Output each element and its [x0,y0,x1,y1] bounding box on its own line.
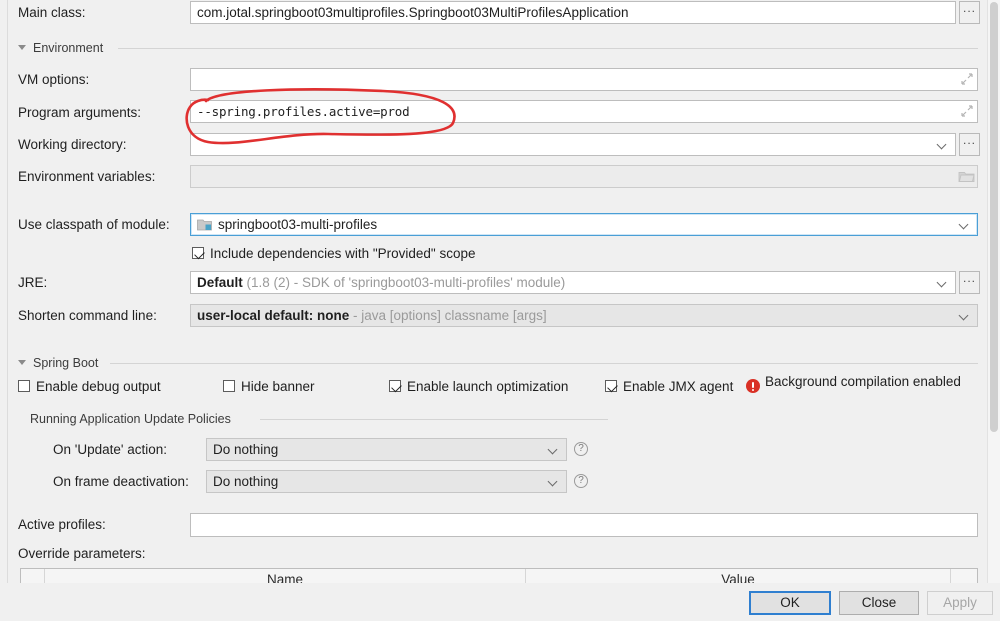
working-directory-browse-button[interactable]: ... [959,133,980,156]
shorten-command-line-hint: - java [options] classname [args] [349,308,547,323]
table-header-name[interactable]: Name [45,569,526,583]
use-classpath-of-module-select[interactable]: springboot03-multi-profiles [190,213,978,236]
on-frame-deactivation-help-icon[interactable]: ? [574,474,588,488]
program-arguments-input[interactable]: --spring.profiles.active=prod [190,100,978,123]
table-header-end [951,569,977,583]
chevron-down-icon[interactable] [938,141,947,146]
working-directory-label: Working directory: [18,137,127,152]
override-parameters-table[interactable]: Name Value [20,568,978,583]
on-frame-deactivation-select[interactable]: Do nothing [206,470,567,493]
vm-options-input[interactable] [190,68,978,91]
spring-boot-section-header[interactable]: Spring Boot [18,355,978,371]
chevron-down-icon[interactable] [960,312,969,317]
table-header-value[interactable]: Value [526,569,951,583]
enable-jmx-agent-label: Enable JMX agent [623,379,734,394]
use-classpath-of-module-label: Use classpath of module: [18,217,170,232]
environment-section-title: Environment [33,41,104,55]
on-update-action-select[interactable]: Do nothing [206,438,567,461]
hide-banner-label: Hide banner [241,379,315,394]
on-frame-deactivation-label: On frame deactivation: [53,474,189,489]
expand-editor-icon[interactable] [961,105,973,117]
chevron-down-icon[interactable] [960,221,969,226]
check-icon [194,248,205,260]
enable-debug-output-label: Enable debug output [36,379,161,394]
folder-browse-icon[interactable] [958,169,975,183]
jre-value-detail: (1.8 (2) - SDK of 'springboot03-multi-pr… [242,275,566,290]
section-divider [118,48,978,49]
running-app-update-policies-title: Running Application Update Policies [30,412,231,426]
working-directory-browse-label: ... [962,133,976,147]
main-class-input[interactable]: com.jotal.springboot03multiprofiles.Spri… [190,1,956,24]
environment-variables-input[interactable] [190,165,978,188]
chevron-down-icon[interactable] [549,478,558,483]
chevron-down-icon[interactable] [938,279,947,284]
on-update-action-help-icon[interactable]: ? [574,442,588,456]
scrollbar-thumb[interactable] [990,2,998,432]
close-button[interactable]: Close [839,591,919,615]
active-profiles-label: Active profiles: [18,517,106,532]
vertical-scrollbar[interactable] [987,0,1000,583]
check-icon [607,381,618,393]
table-header-gutter [21,569,45,583]
checkbox-box[interactable] [223,380,235,392]
running-app-update-policies-header: Running Application Update Policies [30,411,608,427]
apply-button-label: Apply [943,595,977,610]
environment-section-header[interactable]: Environment [18,40,978,56]
close-button-label: Close [861,595,897,610]
checkbox-box[interactable] [18,380,30,392]
spring-boot-section-title: Spring Boot [33,356,99,370]
checkbox-box[interactable] [192,247,205,260]
jre-browse-button[interactable]: ... [959,271,980,294]
ok-button[interactable]: OK [749,591,831,615]
jre-browse-label: ... [962,271,976,285]
module-folder-icon [197,219,212,231]
ok-button-label: OK [780,595,800,610]
dialog-left-edge [0,0,8,583]
shorten-command-line-label: Shorten command line: [18,308,157,323]
checkbox-box[interactable] [389,380,402,393]
working-directory-input[interactable] [190,133,956,156]
vm-options-label: VM options: [18,72,90,87]
main-class-browse-button[interactable]: ... [959,1,980,24]
jre-select[interactable]: Default (1.8 (2) - SDK of 'springboot03-… [190,271,956,294]
collapse-triangle-icon[interactable] [18,360,26,365]
shorten-command-line-select[interactable]: user-local default: none - java [options… [190,304,978,327]
jre-value: Default [197,275,243,290]
error-icon [746,379,760,393]
on-update-action-label: On 'Update' action: [53,442,167,457]
jre-label: JRE: [18,275,48,290]
apply-button[interactable]: Apply [927,591,993,615]
shorten-command-line-value: user-local default: none [197,308,350,323]
program-arguments-label: Program arguments: [18,105,142,120]
collapse-triangle-icon[interactable] [18,45,26,50]
active-profiles-input[interactable] [190,513,978,537]
include-provided-dependencies-label: Include dependencies with "Provided" sco… [210,246,476,261]
section-divider [260,419,608,420]
configuration-scroll-pane: Main class: com.jotal.springboot03multip… [8,0,987,583]
chevron-down-icon[interactable] [549,446,558,451]
environment-variables-label: Environment variables: [18,169,156,184]
background-compilation-status: Background compilation enabled [765,374,961,389]
dialog-button-bar: OK Close Apply [0,583,1000,621]
main-class-label: Main class: [18,5,86,20]
section-divider [110,363,978,364]
checkbox-box[interactable] [605,380,618,393]
expand-editor-icon[interactable] [961,73,973,85]
override-parameters-label: Override parameters: [18,546,146,561]
enable-launch-optimization-label: Enable launch optimization [407,379,569,394]
run-debug-configuration-dialog: Main class: com.jotal.springboot03multip… [0,0,1000,621]
main-class-browse-label: ... [962,1,976,15]
table-header-row: Name Value [21,569,977,583]
check-icon [391,381,402,393]
